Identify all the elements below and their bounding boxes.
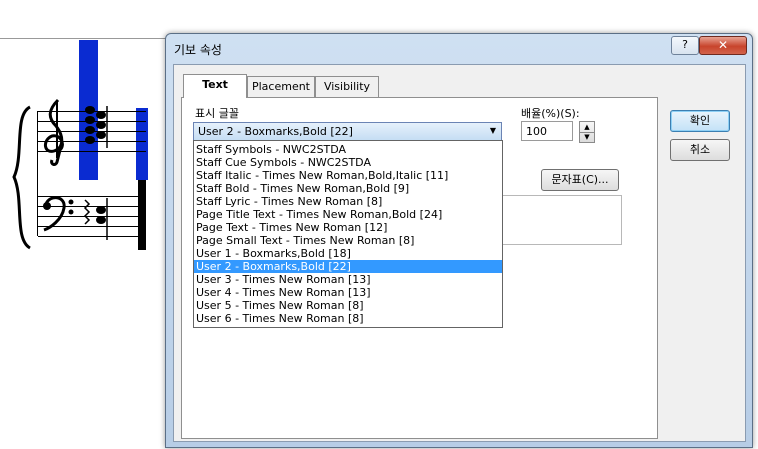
- ok-button[interactable]: 확인: [670, 110, 730, 132]
- page-edge-line: [0, 38, 165, 39]
- scale-stepper[interactable]: ▲ ▼: [579, 121, 595, 143]
- chord-notes: [83, 106, 108, 240]
- list-item[interactable]: Page Title Text - Times New Roman,Bold […: [194, 208, 502, 221]
- bass-clef-icon: [43, 196, 74, 232]
- scale-input[interactable]: 100: [521, 121, 573, 141]
- score-background: [0, 0, 170, 449]
- font-select[interactable]: User 2 - Boxmarks,Bold [22] ▼: [193, 122, 502, 142]
- list-item[interactable]: User 1 - Boxmarks,Bold [18]: [194, 247, 502, 260]
- list-item[interactable]: User 4 - Times New Roman [13]: [194, 286, 502, 299]
- tab-text[interactable]: Text: [183, 74, 247, 98]
- list-item-selected[interactable]: User 2 - Boxmarks,Bold [22]: [194, 260, 502, 273]
- title-bar[interactable]: 기보 속성 ? ✕: [166, 34, 752, 62]
- scale-value: 100: [526, 125, 547, 138]
- list-item[interactable]: Page Small Text - Times New Roman [8]: [194, 234, 502, 247]
- charmap-button[interactable]: 문자표(C)...: [541, 169, 619, 191]
- list-item[interactable]: User 6 - Times New Roman [8]: [194, 312, 502, 325]
- font-select-value: User 2 - Boxmarks,Bold [22]: [198, 125, 353, 138]
- cancel-button[interactable]: 취소: [670, 139, 730, 161]
- tab-visibility[interactable]: Visibility: [315, 76, 379, 97]
- help-button[interactable]: ?: [671, 36, 699, 55]
- list-item[interactable]: Staff Symbols - NWC2STDA: [194, 143, 502, 156]
- close-button[interactable]: ✕: [699, 36, 747, 55]
- list-item[interactable]: User 5 - Times New Roman [8]: [194, 299, 502, 312]
- dialog-title: 기보 속성: [174, 43, 222, 57]
- list-item[interactable]: Staff Italic - Times New Roman,Bold,Ital…: [194, 169, 502, 182]
- treble-clef-icon: [44, 98, 64, 166]
- system-line: [37, 111, 38, 236]
- scale-label: 배율(%)(S):: [521, 107, 580, 120]
- list-item[interactable]: Staff Bold - Times New Roman,Bold [9]: [194, 182, 502, 195]
- list-item[interactable]: User 3 - Times New Roman [13]: [194, 273, 502, 286]
- font-label: 표시 글꼴: [195, 107, 239, 120]
- list-item[interactable]: Staff Lyric - Times New Roman [8]: [194, 195, 502, 208]
- tab-placement[interactable]: Placement: [247, 76, 315, 97]
- list-item[interactable]: Staff Cue Symbols - NWC2STDA: [194, 156, 502, 169]
- font-dropdown-list[interactable]: Staff Symbols - NWC2STDA Staff Cue Symbo…: [193, 140, 503, 328]
- list-item[interactable]: Page Text - Times New Roman [12]: [194, 221, 502, 234]
- final-barline: [138, 180, 146, 250]
- spin-down-icon[interactable]: ▼: [580, 132, 594, 142]
- chevron-down-icon: ▼: [489, 126, 496, 135]
- selection-highlight-barline: [136, 108, 148, 180]
- brace-icon: [12, 105, 31, 250]
